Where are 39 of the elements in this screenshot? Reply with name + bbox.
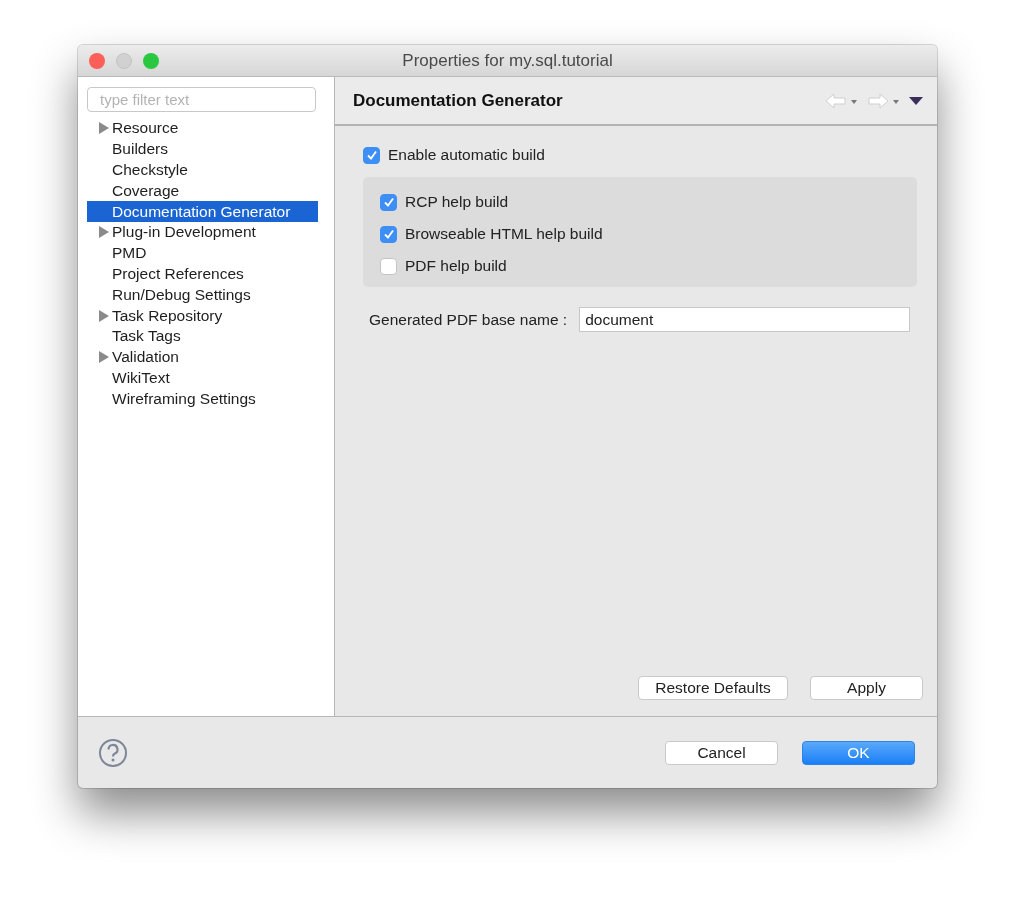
base-name-label: Generated PDF base name : (369, 310, 568, 329)
tree-item[interactable]: Checkstyle (87, 159, 318, 181)
option-checkbox[interactable]: RCP help build (380, 191, 900, 213)
tree-item[interactable]: Plug-in Development (87, 222, 318, 243)
tree-item[interactable]: Project References (87, 263, 318, 285)
back-arrow-icon[interactable] (825, 91, 859, 110)
expand-arrow-icon[interactable] (98, 351, 109, 364)
filter-field[interactable]: type filter text (87, 87, 316, 112)
checkmark-icon (365, 149, 378, 161)
expand-arrow-icon[interactable] (98, 309, 109, 322)
page-title: Documentation Generator (353, 90, 564, 111)
view-menu-icon[interactable] (909, 95, 923, 106)
enable-checkbox[interactable]: Enable automatic build (363, 144, 923, 166)
zoom-button[interactable] (143, 52, 159, 69)
checkmark-icon (382, 196, 395, 208)
tree-item[interactable]: Task Repository (87, 305, 318, 326)
window-title: Properties for my.sql.tutorial (402, 50, 613, 71)
page-button[interactable]: Apply (810, 676, 923, 700)
forward-arrow-icon[interactable] (867, 91, 901, 110)
tree-item[interactable]: Coverage (87, 180, 318, 202)
expand-arrow-icon[interactable] (98, 226, 109, 239)
tree-item[interactable]: Task Tags (87, 325, 318, 347)
help-icon[interactable] (98, 737, 128, 768)
tree-item[interactable]: WikiText (87, 367, 318, 389)
option-checkbox[interactable]: Browseable HTML help build (380, 223, 900, 245)
tree-item[interactable]: Builders (87, 138, 318, 160)
base-name-field[interactable]: document (579, 307, 911, 332)
tree-item[interactable]: Run/Debug Settings (87, 284, 318, 306)
checkmark-icon (382, 228, 395, 240)
dialog-button[interactable]: Cancel (665, 740, 778, 765)
expand-arrow-icon[interactable] (98, 122, 109, 135)
tree-item[interactable]: Resource (87, 118, 318, 139)
tree-item[interactable]: Validation (87, 346, 318, 368)
tree-item[interactable]: Documentation Generator (87, 201, 318, 222)
tree-item[interactable]: Wireframing Settings (87, 388, 318, 410)
page-button[interactable]: Restore Defaults (638, 676, 788, 700)
tree-item[interactable]: PMD (87, 242, 318, 264)
option-checkbox[interactable]: PDF help build (380, 255, 900, 277)
close-button[interactable] (89, 52, 105, 69)
